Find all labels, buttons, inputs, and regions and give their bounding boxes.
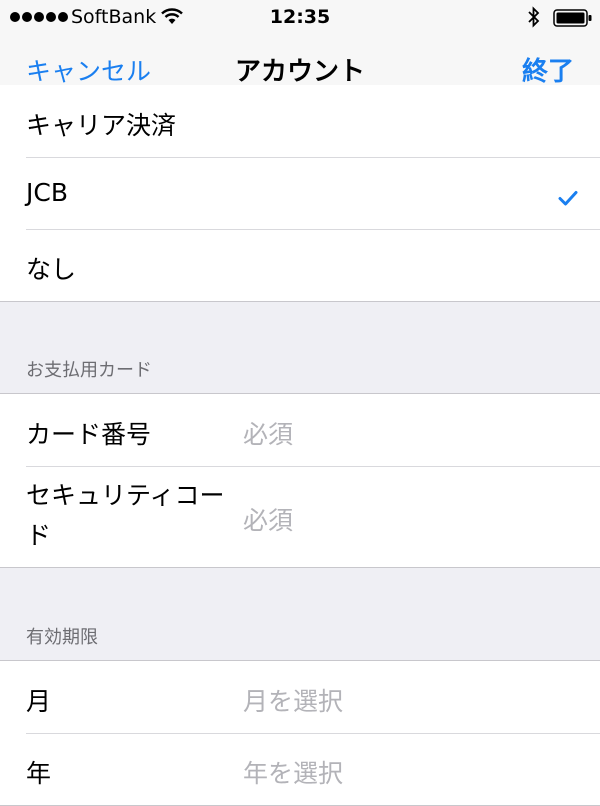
payment-option-label: なし	[26, 255, 77, 284]
expiry-month-row[interactable]: 月 月を選択	[0, 661, 600, 733]
expiry-fields: 月 月を選択 年 年を選択	[0, 660, 600, 806]
expiry-year-row[interactable]: 年 年を選択	[0, 733, 600, 805]
card-fields: カード番号 必須 セキュリティコード 必須	[0, 393, 600, 568]
expiry-month-label: 月	[26, 687, 52, 716]
security-code-row[interactable]: セキュリティコード 必須	[0, 466, 600, 567]
card-number-label: カード番号	[26, 420, 152, 449]
page-title: アカウント	[234, 57, 365, 87]
battery-icon	[553, 9, 593, 32]
payment-option-label: キャリア決済	[26, 111, 177, 140]
payment-option-label: JCB	[26, 178, 68, 207]
security-code-label: セキュリティコード	[26, 481, 225, 550]
screen: SoftBank 12:35 キャンセル アカウント 終了 キャリア決済 JCB…	[0, 0, 600, 806]
expiry-year-label: 年	[26, 759, 52, 788]
card-section-header: お支払用カード	[26, 360, 152, 381]
payment-option-jcb[interactable]: JCB	[0, 157, 600, 229]
payment-option-carrier-billing[interactable]: キャリア決済	[0, 85, 600, 157]
payment-method-list: キャリア決済 JCB なし	[0, 85, 600, 302]
checkmark-icon	[558, 183, 578, 212]
done-button[interactable]: 終了	[522, 51, 574, 88]
security-code-input[interactable]: 必須	[243, 501, 293, 537]
expiry-section-header: 有効期限	[26, 627, 98, 648]
expiry-month-select[interactable]: 月を選択	[243, 682, 343, 718]
bluetooth-icon	[527, 6, 541, 33]
status-bar: SoftBank 12:35	[0, 0, 600, 36]
card-number-row[interactable]: カード番号 必須	[0, 394, 600, 466]
expiry-year-select[interactable]: 年を選択	[243, 754, 343, 790]
status-time: 12:35	[269, 6, 331, 28]
card-number-input[interactable]: 必須	[243, 415, 293, 451]
payment-option-none[interactable]: なし	[0, 229, 600, 301]
